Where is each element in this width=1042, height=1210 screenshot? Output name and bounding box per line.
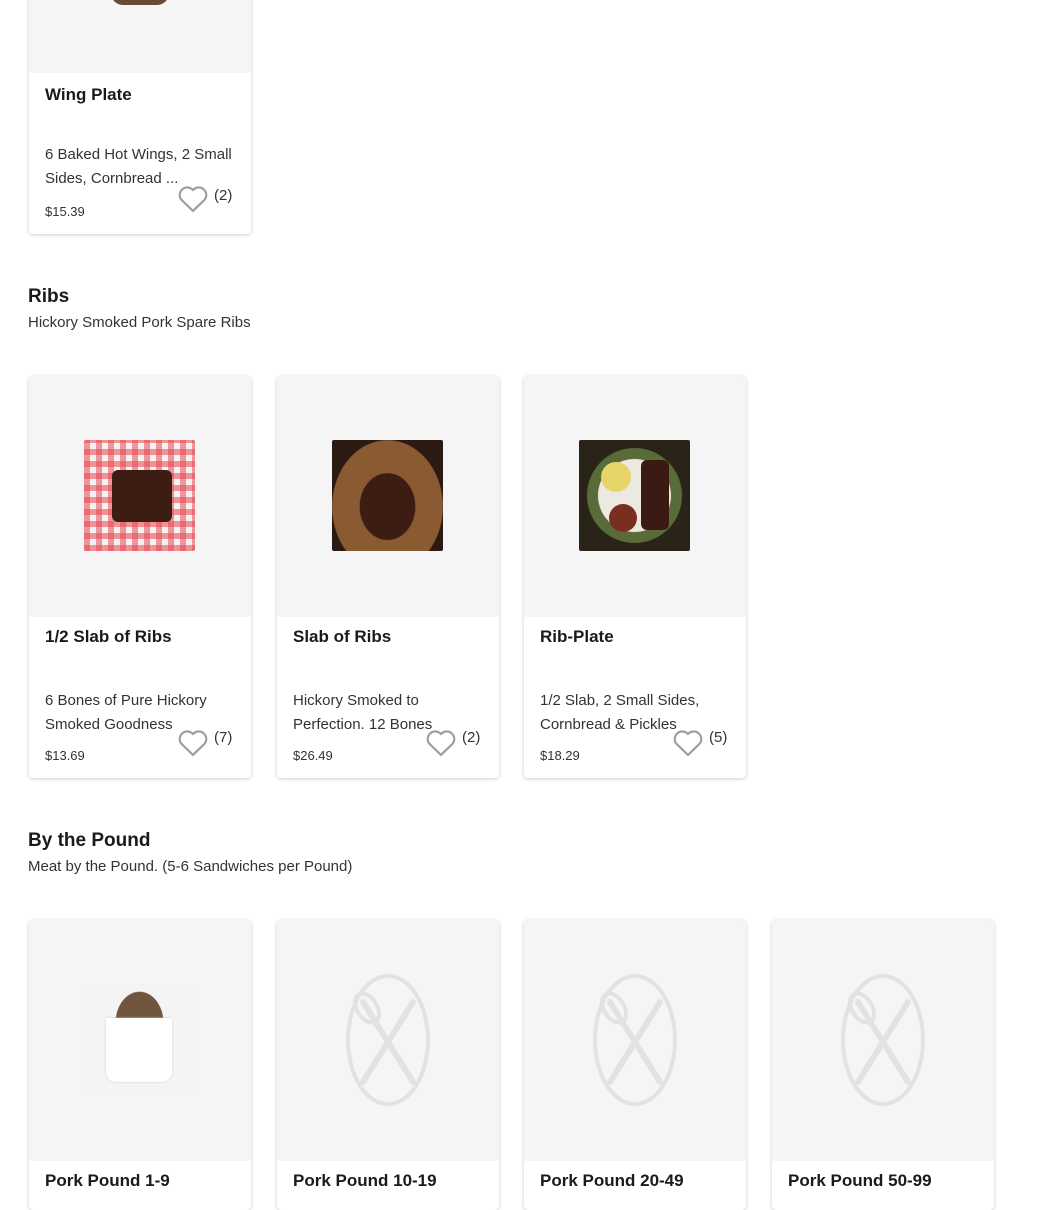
section-subtitle-ribs: Hickory Smoked Pork Spare Ribs [28,314,251,331]
item-price: $13.69 [45,748,85,763]
item-price: $18.29 [540,748,580,763]
section-title-ribs: Ribs [28,286,70,307]
favorite-count: (5) [709,729,728,746]
item-name: Rib-Plate [540,627,614,646]
utensils-placeholder-icon [346,974,430,1106]
menu-item-card[interactable]: Pork Pound 20-49 [524,920,746,1210]
ribs-board-photo [332,440,443,551]
item-image-area [277,920,499,1161]
heart-icon[interactable] [671,727,705,757]
menu-item-card[interactable]: Pork Pound 10-19 [277,920,499,1210]
menu-item-card[interactable]: Pork Pound 50-99 [772,920,994,1210]
menu-item-card-wing-plate[interactable]: Wing Plate 6 Baked Hot Wings, 2 Small Si… [29,0,251,234]
item-image-area [772,920,994,1161]
heart-icon[interactable] [176,183,210,213]
menu-item-card[interactable]: Rib-Plate 1/2 Slab, 2 Small Sides, Cornb… [524,376,746,778]
favorite-count: (7) [214,729,233,746]
menu-item-card[interactable]: Slab of Ribs Hickory Smoked to Perfectio… [277,376,499,778]
item-name: Pork Pound 10-19 [293,1171,437,1190]
item-image-area [29,0,251,73]
item-price: $26.49 [293,748,333,763]
item-price: $15.39 [45,204,85,219]
item-name: Wing Plate [45,85,132,104]
item-name: Pork Pound 1-9 [45,1171,170,1190]
item-name: Pork Pound 50-99 [788,1171,932,1190]
item-image-area [277,376,499,617]
item-image-area [524,376,746,617]
item-name: Pork Pound 20-49 [540,1171,684,1190]
item-image-area [29,920,251,1161]
utensils-placeholder-icon [841,974,925,1106]
rib-plate-photo [579,440,690,551]
ribs-tray-photo [84,440,195,551]
wing-plate-photo [111,0,169,5]
section-subtitle-by-the-pound: Meat by the Pound. (5-6 Sandwiches per P… [28,858,353,875]
item-image-area [524,920,746,1161]
favorite-count: (2) [214,187,233,204]
item-image-area [29,376,251,617]
utensils-placeholder-icon [593,974,677,1106]
pulled-pork-photo [84,984,195,1095]
heart-icon[interactable] [424,727,458,757]
menu-item-card[interactable]: 1/2 Slab of Ribs 6 Bones of Pure Hickory… [29,376,251,778]
menu-item-card[interactable]: Pork Pound 1-9 [29,920,251,1210]
favorite-count: (2) [462,729,481,746]
heart-icon[interactable] [176,727,210,757]
item-name: 1/2 Slab of Ribs [45,627,172,646]
item-name: Slab of Ribs [293,627,392,646]
section-title-by-the-pound: By the Pound [28,830,151,851]
